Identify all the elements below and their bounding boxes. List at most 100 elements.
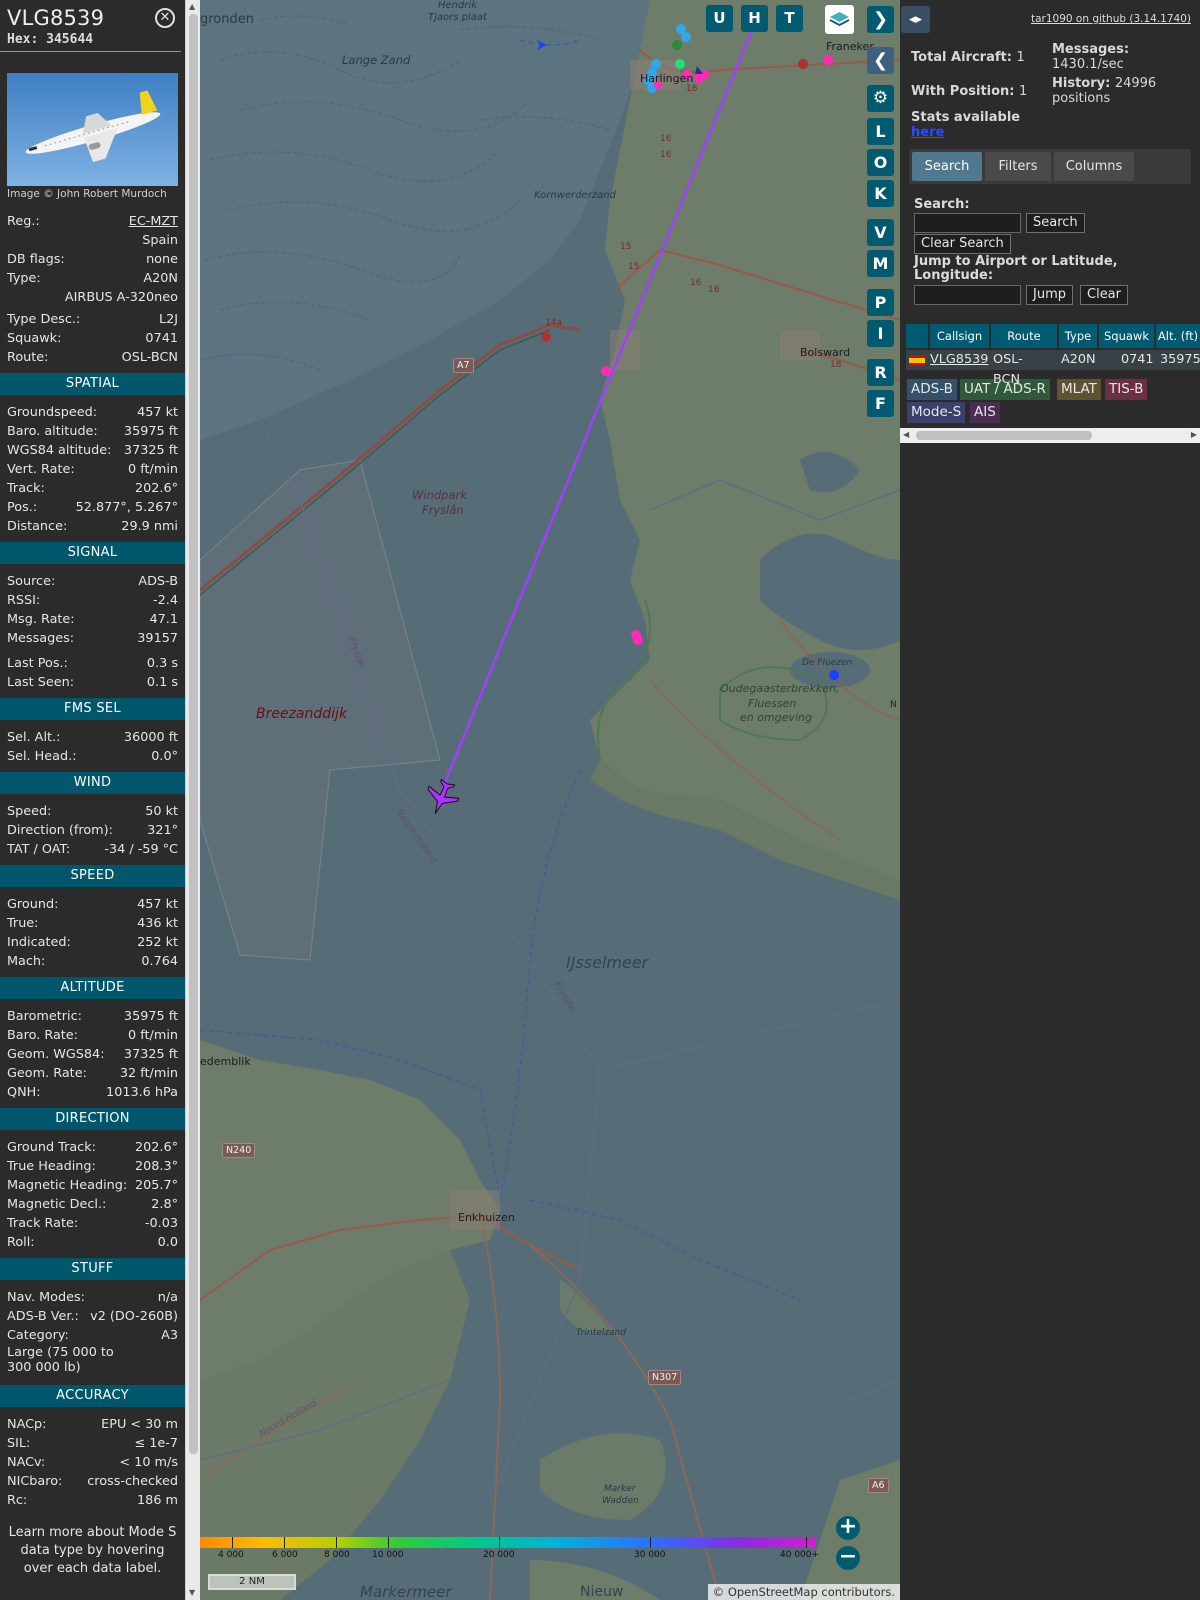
detail-label[interactable]: True Heading:: [7, 1157, 96, 1176]
scroll-right-arrow-icon[interactable]: ▶: [1191, 430, 1197, 439]
detail-label[interactable]: True:: [7, 914, 39, 933]
detail-label[interactable]: Category:: [7, 1326, 69, 1345]
detail-label[interactable]: Groundspeed:: [7, 403, 97, 422]
table-header-callsign[interactable]: Callsign: [930, 324, 989, 348]
table-header-route[interactable]: Route: [991, 324, 1057, 348]
detail-label[interactable]: ADS-B Ver.:: [7, 1307, 79, 1326]
detail-label[interactable]: Msg. Rate:: [7, 610, 75, 629]
map-button-f[interactable]: F: [867, 390, 894, 417]
detail-row: QNH: 1013.6 hPa: [0, 1083, 185, 1102]
scale-tick-label: 4 000: [218, 1550, 244, 1560]
zoom-out-icon[interactable]: −: [836, 1546, 860, 1570]
clear-search-button[interactable]: Clear Search: [914, 234, 1011, 254]
table-header-altitude[interactable]: Alt. (ft): [1156, 324, 1200, 348]
detail-label[interactable]: Roll:: [7, 1233, 35, 1252]
map-button-o[interactable]: O: [867, 149, 894, 176]
map-view[interactable]: gronden Hendrik Tjaors plaat Lange Zand …: [200, 0, 900, 1600]
layers-button[interactable]: [825, 5, 854, 34]
scroll-down-arrow-icon[interactable]: ▼: [189, 1588, 195, 1597]
jump-button[interactable]: Jump: [1026, 285, 1073, 305]
toggle-sidebar-button[interactable]: ◂▸: [901, 6, 930, 33]
detail-label[interactable]: Ground Track:: [7, 1138, 96, 1157]
map-attribution[interactable]: © OpenStreetMap contributors.: [707, 1584, 900, 1600]
detail-label[interactable]: Large (75 000 to 300 000 lb): [7, 1345, 137, 1375]
detail-label[interactable]: QNH:: [7, 1083, 41, 1102]
search-button[interactable]: Search: [1026, 213, 1085, 233]
detail-label[interactable]: Speed:: [7, 802, 51, 821]
detail-label[interactable]: Baro. altitude:: [7, 422, 98, 441]
map-button-i[interactable]: I: [867, 320, 894, 347]
stats-here-link[interactable]: here: [911, 125, 1020, 140]
detail-label[interactable]: Magnetic Heading:: [7, 1176, 127, 1195]
detail-label[interactable]: Geom. Rate:: [7, 1064, 87, 1083]
detail-row: Messages: 39157: [0, 629, 185, 648]
detail-label[interactable]: Mach:: [7, 952, 45, 971]
detail-label[interactable]: Source:: [7, 572, 55, 591]
jump-input[interactable]: [914, 285, 1021, 305]
search-input[interactable]: [914, 213, 1021, 233]
table-header-type[interactable]: Type: [1059, 324, 1097, 348]
github-link[interactable]: tar1090 on github (3.14.1740): [1031, 13, 1191, 25]
detail-label: Route:: [7, 350, 49, 365]
detail-label[interactable]: Magnetic Decl.:: [7, 1195, 106, 1214]
detail-value: 39157: [137, 631, 178, 646]
close-icon[interactable]: ✕: [155, 8, 175, 28]
detail-label[interactable]: Direction (from):: [7, 821, 113, 840]
scroll-left-arrow-icon[interactable]: ◀: [903, 430, 909, 439]
road-number-14a: 14a: [545, 318, 562, 328]
map-button-m[interactable]: M: [867, 250, 894, 277]
detail-label[interactable]: RSSI:: [7, 591, 40, 610]
tab-columns[interactable]: Columns: [1054, 152, 1134, 181]
detail-label[interactable]: TAT / OAT:: [7, 840, 70, 859]
detail-label[interactable]: Baro. Rate:: [7, 1026, 78, 1045]
detail-label[interactable]: Barometric:: [7, 1007, 82, 1026]
detail-label[interactable]: Last Seen:: [7, 673, 74, 692]
detail-label[interactable]: NICbaro:: [7, 1472, 62, 1491]
detail-label[interactable]: Vert. Rate:: [7, 460, 75, 479]
detail-label[interactable]: Indicated:: [7, 933, 71, 952]
map-button-p[interactable]: P: [867, 289, 894, 316]
toggle-t-button[interactable]: T: [776, 5, 803, 32]
scrollbar-thumb[interactable]: [916, 431, 1092, 440]
detail-label[interactable]: Track Rate:: [7, 1214, 78, 1233]
toggle-h-button[interactable]: H: [741, 5, 768, 32]
detail-label[interactable]: Nav. Modes:: [7, 1288, 85, 1307]
table-horizontal-scrollbar[interactable]: ◀ ▶: [900, 428, 1200, 443]
detail-label[interactable]: Geom. WGS84:: [7, 1045, 105, 1064]
detail-label[interactable]: Messages:: [7, 629, 74, 648]
detail-label[interactable]: Distance:: [7, 517, 67, 536]
detail-label[interactable]: WGS84 altitude:: [7, 441, 111, 460]
table-cell-callsign[interactable]: VLG8539: [930, 350, 988, 370]
chevron-left-icon[interactable]: ❮: [867, 47, 894, 74]
detail-row: RSSI: -2.4: [0, 591, 185, 610]
detail-label[interactable]: Sel. Alt.:: [7, 728, 60, 747]
chevron-right-icon[interactable]: ❯: [867, 6, 894, 33]
scrollbar-thumb[interactable]: [189, 14, 198, 1454]
aircraft-photo[interactable]: [7, 73, 178, 186]
detail-label[interactable]: Rc:: [7, 1491, 27, 1510]
table-cell-route: OSL-BCN: [993, 352, 1023, 387]
map-button-k[interactable]: K: [867, 180, 894, 207]
map-button-l[interactable]: L: [867, 118, 894, 145]
detail-label[interactable]: Pos.:: [7, 498, 37, 517]
detail-label[interactable]: NACv:: [7, 1453, 45, 1472]
scroll-up-arrow-icon[interactable]: ▲: [189, 2, 195, 11]
zoom-in-icon[interactable]: +: [836, 1516, 860, 1540]
map-button-r[interactable]: R: [867, 359, 894, 386]
detail-row: TAT / OAT: -34 / -59 °C: [0, 840, 185, 859]
detail-label[interactable]: Sel. Head.:: [7, 747, 77, 766]
settings-gear-icon[interactable]: ⚙: [867, 85, 894, 112]
map-button-v[interactable]: V: [867, 219, 894, 246]
detail-label[interactable]: Track:: [7, 479, 45, 498]
detail-label[interactable]: Ground:: [7, 895, 58, 914]
registration-link[interactable]: EC-MZT: [129, 212, 178, 231]
tab-filters[interactable]: Filters: [985, 152, 1051, 181]
detail-label[interactable]: SIL:: [7, 1434, 30, 1453]
clear-jump-button[interactable]: Clear: [1080, 285, 1128, 305]
table-header-squawk[interactable]: Squawk: [1099, 324, 1154, 348]
tab-search[interactable]: Search: [912, 152, 982, 181]
detail-label[interactable]: Last Pos.:: [7, 654, 68, 673]
toggle-u-button[interactable]: U: [706, 5, 733, 32]
detail-label[interactable]: NACp:: [7, 1415, 46, 1434]
info-panel-scrollbar[interactable]: ▲ ▼: [185, 0, 200, 1600]
